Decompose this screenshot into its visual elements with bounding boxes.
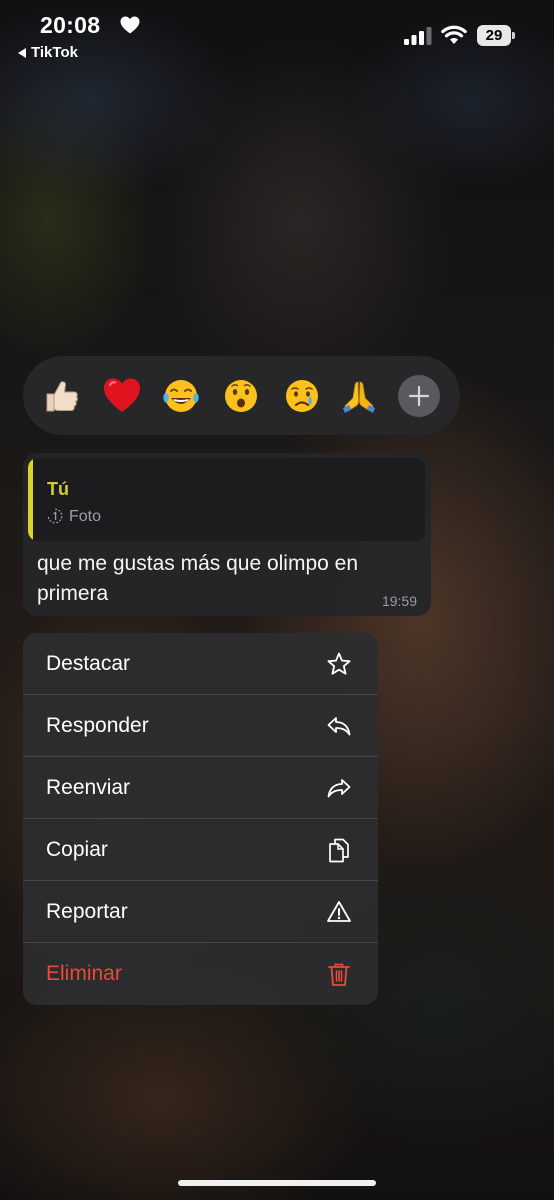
trash-icon	[326, 961, 352, 987]
reaction-heart[interactable]	[100, 374, 144, 418]
battery-nub	[512, 32, 515, 39]
back-app-label: TikTok	[31, 44, 78, 61]
status-time: 20:08	[40, 12, 101, 38]
reaction-surprised[interactable]	[219, 374, 263, 418]
menu-item-label: Eliminar	[46, 962, 122, 985]
reaction-crying[interactable]	[280, 374, 324, 418]
menu-item-reportar[interactable]: Reportar	[23, 881, 378, 943]
message-time: 19:59	[381, 593, 417, 609]
reaction-bar	[23, 356, 460, 435]
add-reaction-button[interactable]	[398, 375, 440, 417]
menu-item-label: Copiar	[46, 838, 108, 861]
message-bubble[interactable]: Tú Foto que me gustas más que olimpo en …	[23, 453, 431, 616]
menu-item-label: Destacar	[46, 652, 131, 675]
reaction-folded-hands[interactable]	[337, 374, 381, 418]
tears-of-joy-emoji-icon	[163, 380, 199, 412]
screen: 20:08 TikTok 29 Tú Foto que me gustas má…	[0, 0, 554, 1200]
reaction-thumbs-up[interactable]	[39, 374, 83, 418]
star-icon	[326, 651, 352, 677]
back-arrow-icon	[18, 47, 26, 58]
menu-item-destacar[interactable]: Destacar	[23, 633, 378, 695]
menu-item-label: Reportar	[46, 900, 128, 923]
surprised-face-emoji-icon	[225, 380, 257, 412]
quote-author: Tú	[47, 479, 69, 499]
wifi-icon	[441, 25, 467, 44]
copy-icon	[326, 837, 352, 863]
quote-accent-bar	[28, 458, 33, 541]
crying-face-emoji-icon	[286, 380, 318, 412]
thumbs-up-light-skin-emoji-icon	[46, 381, 78, 412]
home-indicator[interactable]	[178, 1180, 376, 1186]
message-context-menu: Destacar Responder Reenviar Copiar Repor…	[23, 633, 378, 1005]
heart-icon	[120, 16, 140, 34]
quoted-message[interactable]: Tú Foto	[28, 458, 425, 541]
reply-icon	[326, 713, 352, 739]
menu-item-label: Reenviar	[46, 776, 131, 799]
menu-item-copiar[interactable]: Copiar	[23, 819, 378, 881]
battery-indicator: 29	[477, 25, 515, 46]
message-text: que me gustas más que olimpo en primera	[37, 552, 359, 605]
forward-icon	[326, 775, 352, 801]
cellular-signal-icon	[404, 27, 432, 45]
quote-type: Foto	[69, 508, 102, 525]
folded-hands-emoji-icon	[343, 381, 375, 413]
reaction-tears-of-joy[interactable]	[159, 374, 203, 418]
back-to-app-link[interactable]: TikTok	[18, 44, 78, 61]
status-bar: 20:08 TikTok 29	[0, 0, 554, 70]
plus-icon	[408, 385, 430, 407]
menu-item-eliminar[interactable]: Eliminar	[23, 943, 378, 1005]
red-heart-emoji-icon	[104, 378, 140, 412]
view-once-photo-icon	[47, 508, 63, 524]
menu-item-reenviar[interactable]: Reenviar	[23, 757, 378, 819]
menu-item-responder[interactable]: Responder	[23, 695, 378, 757]
menu-item-label: Responder	[46, 714, 149, 737]
battery-level: 29	[477, 25, 511, 46]
warning-icon	[326, 899, 352, 925]
